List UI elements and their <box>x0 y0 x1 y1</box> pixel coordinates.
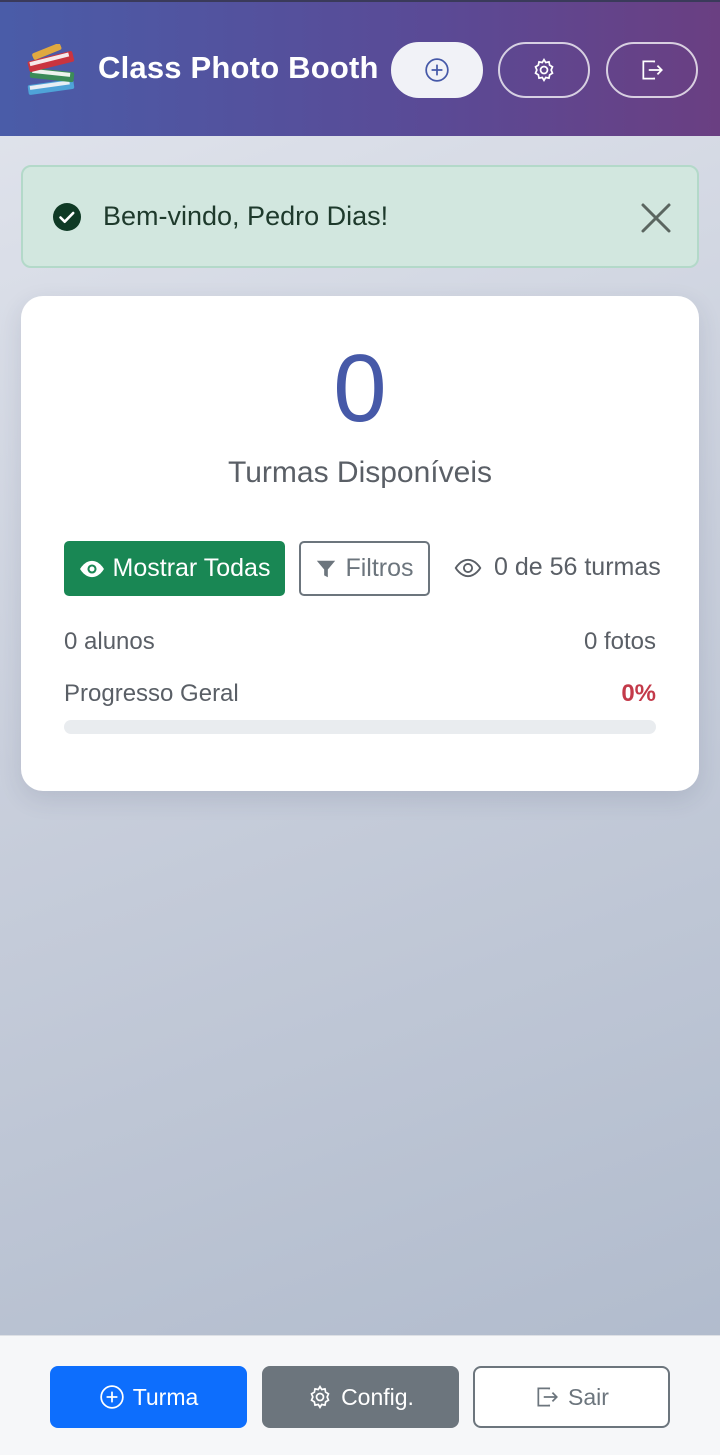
students-count: 0 alunos <box>64 628 155 655</box>
bottom-nav: Turma Config. Sair <box>0 1335 720 1455</box>
classes-count: 0 <box>333 335 387 442</box>
alert-message: Bem-vindo, Pedro Dias! <box>103 201 389 231</box>
close-icon[interactable] <box>639 201 673 235</box>
logout-button[interactable] <box>606 42 698 98</box>
app-title: Class Photo Booth <box>98 50 379 85</box>
funnel-icon <box>317 560 336 577</box>
visible-count-text: 0 de 56 turmas <box>494 553 661 581</box>
plus-circle-icon <box>99 1385 124 1409</box>
progress-percent: 0% <box>621 680 656 707</box>
progress-label: Progresso Geral <box>64 680 239 707</box>
eye-icon <box>79 560 104 577</box>
app-header: Class Photo Booth <box>0 0 720 136</box>
gear-icon <box>534 58 554 82</box>
welcome-alert: Bem-vindo, Pedro Dias! <box>21 165 699 268</box>
add-turma-button[interactable]: Turma <box>50 1366 247 1428</box>
classes-count-label: Turmas Disponíveis <box>228 456 492 489</box>
show-all-button[interactable]: Mostrar Todas <box>64 541 285 596</box>
visible-classes-count: 0 de 56 turmas <box>454 553 661 582</box>
box-arrow-right-icon <box>537 1387 559 1407</box>
eye-outline-icon <box>454 558 482 577</box>
photos-count: 0 fotos <box>583 628 656 655</box>
config-label: Config. <box>341 1383 414 1410</box>
books-icon <box>27 44 75 95</box>
config-button[interactable]: Config. <box>262 1366 459 1428</box>
show-all-label: Mostrar Todas <box>112 554 271 582</box>
check-circle-icon <box>53 203 81 231</box>
plus-circle-icon <box>425 58 449 82</box>
filters-button[interactable]: Filtros <box>299 541 430 596</box>
turma-label: Turma <box>132 1383 199 1410</box>
filters-label: Filtros <box>345 554 414 582</box>
gear-icon <box>310 1385 330 1409</box>
box-arrow-right-icon <box>642 60 663 80</box>
settings-button[interactable] <box>498 42 590 98</box>
progress-bar <box>64 720 656 734</box>
sair-label: Sair <box>568 1383 609 1410</box>
add-class-button[interactable] <box>391 42 483 98</box>
sair-button[interactable]: Sair <box>473 1366 670 1428</box>
summary-card: 0 Turmas Disponíveis Mostrar Todas Filtr… <box>21 296 699 791</box>
